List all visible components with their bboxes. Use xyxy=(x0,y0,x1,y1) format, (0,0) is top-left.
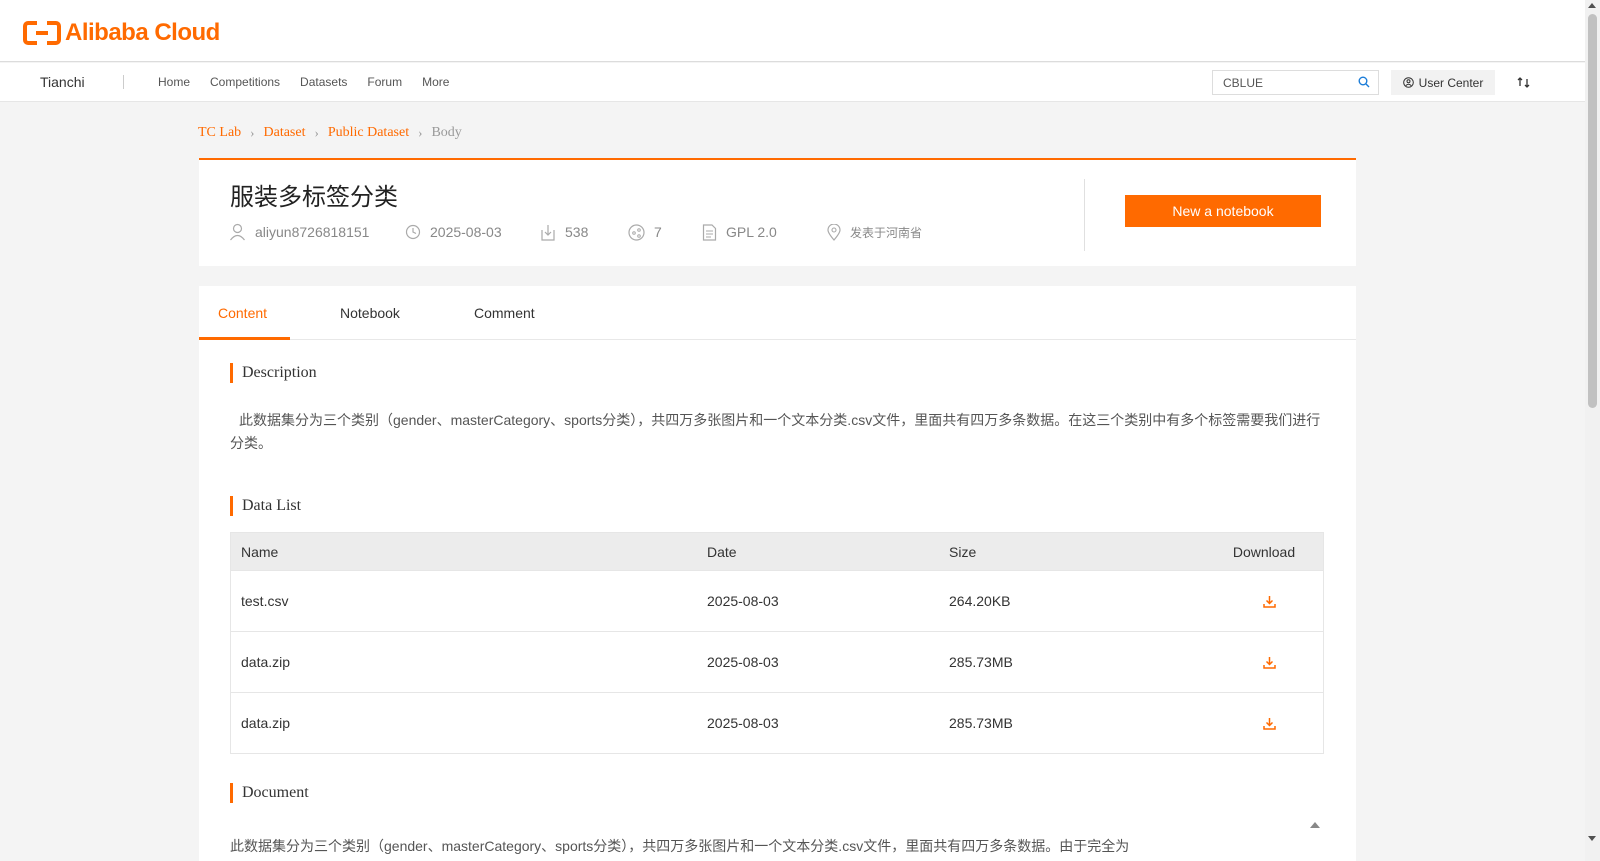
meta-license: GPL 2.0 xyxy=(702,223,827,241)
nav-links: Home Competitions Datasets Forum More xyxy=(158,75,469,89)
file-date: 2025-08-03 xyxy=(707,654,779,670)
col-download: Download xyxy=(1232,543,1296,560)
header-divider xyxy=(1084,179,1085,251)
switch-icon[interactable] xyxy=(1517,76,1530,89)
user-icon xyxy=(230,223,245,241)
nav-link-datasets[interactable]: Datasets xyxy=(300,75,347,89)
description-text: 此数据集分为三个类别（gender、masterCategory、sports分… xyxy=(230,412,1321,451)
dataset-header-card: 服装多标签分类 aliyun8726818151 2025-08-03 538 xyxy=(199,158,1356,266)
nav-divider xyxy=(123,75,124,89)
file-size: 264.20KB xyxy=(949,593,1011,609)
logo-text: Alibaba Cloud xyxy=(65,19,220,46)
document-heading: Document xyxy=(230,783,309,803)
download-cell xyxy=(1205,717,1323,730)
breadcrumb: TC Lab › Dataset › Public Dataset › Body xyxy=(198,125,462,141)
col-name: Name xyxy=(241,543,279,560)
col-size: Size xyxy=(949,543,977,560)
meta-downloads: 538 xyxy=(540,224,628,241)
share-icon xyxy=(628,223,645,241)
file-date: 2025-08-03 xyxy=(707,593,779,609)
dataset-meta: aliyun8726818151 2025-08-03 538 7 GPL 2.… xyxy=(229,223,922,241)
tab-bar: Content Notebook Comment xyxy=(199,286,1356,340)
data-list-table: Name Date Size Download test.csv 2025-08… xyxy=(230,532,1324,754)
chevron-right-icon: › xyxy=(314,125,319,140)
nav-brand-tianchi[interactable]: Tianchi xyxy=(40,74,85,90)
col-date: Date xyxy=(707,543,737,560)
meta-author: aliyun8726818151 xyxy=(229,223,405,241)
document-text: 此数据集分为三个类别（gender、masterCategory、sports分… xyxy=(230,838,1130,854)
license-document-icon xyxy=(702,223,717,241)
table-row: test.csv 2025-08-03 264.20KB xyxy=(231,570,1323,631)
page-scrollbar[interactable] xyxy=(1585,0,1600,861)
search-box xyxy=(1212,70,1379,95)
share-count: 7 xyxy=(654,224,662,240)
download-cell xyxy=(1205,656,1323,669)
file-name: data.zip xyxy=(241,654,291,670)
file-name: test.csv xyxy=(241,593,289,609)
nav-link-forum[interactable]: Forum xyxy=(367,75,402,89)
back-to-top-icon[interactable] xyxy=(1310,822,1320,828)
scrollbar-thumb[interactable] xyxy=(1588,14,1597,408)
description-heading: Description xyxy=(230,363,317,383)
nav-link-competitions[interactable]: Competitions xyxy=(210,75,280,89)
table-header: Name Date Size Download xyxy=(231,533,1323,570)
file-size: 285.73MB xyxy=(949,654,1013,670)
breadcrumb-dataset[interactable]: Dataset xyxy=(264,125,306,141)
top-nav: Tianchi Home Competitions Datasets Forum… xyxy=(0,63,1585,102)
table-row: data.zip 2025-08-03 285.73MB xyxy=(231,692,1323,753)
active-tab-indicator xyxy=(199,337,290,340)
user-center-label: User Center xyxy=(1418,75,1484,90)
meta-location: 发表于河南省 xyxy=(827,223,923,241)
author-name[interactable]: aliyun8726818151 xyxy=(255,224,369,240)
tab-notebook[interactable]: Notebook xyxy=(340,305,400,321)
download-icon[interactable] xyxy=(1262,656,1276,669)
breadcrumb-public-dataset[interactable]: Public Dataset xyxy=(328,125,409,141)
user-icon xyxy=(1402,77,1414,88)
table-row: data.zip 2025-08-03 285.73MB xyxy=(231,631,1323,692)
data-list-heading: Data List xyxy=(230,496,301,516)
alibaba-cloud-logo-icon xyxy=(23,21,61,45)
download-count: 538 xyxy=(565,224,589,240)
download-cell xyxy=(1205,595,1323,608)
search-icon[interactable] xyxy=(1358,76,1370,88)
nav-link-home[interactable]: Home xyxy=(158,75,190,89)
meta-date: 2025-08-03 xyxy=(405,224,540,240)
chevron-right-icon: › xyxy=(418,125,423,140)
search-input[interactable] xyxy=(1213,71,1343,94)
alibaba-cloud-logo[interactable]: Alibaba Cloud xyxy=(23,19,220,47)
download-count-icon xyxy=(541,224,555,241)
file-size: 285.73MB xyxy=(949,715,1013,731)
breadcrumb-current: Body xyxy=(431,125,462,140)
breadcrumb-tc-lab[interactable]: TC Lab xyxy=(198,125,241,141)
download-icon[interactable] xyxy=(1262,595,1276,608)
location-pin-icon xyxy=(827,223,841,241)
content-card: Content Notebook Comment Description 此数据… xyxy=(199,286,1356,861)
meta-shares: 7 xyxy=(628,223,702,241)
user-center-button[interactable]: User Center xyxy=(1391,70,1495,95)
publish-date: 2025-08-03 xyxy=(430,224,502,240)
download-icon[interactable] xyxy=(1262,717,1276,730)
file-date: 2025-08-03 xyxy=(707,715,779,731)
dataset-title: 服装多标签分类 xyxy=(230,183,398,211)
new-notebook-button[interactable]: New a notebook xyxy=(1125,195,1321,227)
chevron-right-icon: › xyxy=(250,125,255,140)
clock-icon xyxy=(405,224,421,240)
brand-bar: Alibaba Cloud xyxy=(0,0,1585,62)
location: 发表于河南省 xyxy=(850,225,923,240)
license: GPL 2.0 xyxy=(726,224,777,240)
nav-link-more[interactable]: More xyxy=(422,75,449,89)
file-name: data.zip xyxy=(241,715,291,731)
tab-content[interactable]: Content xyxy=(218,305,267,321)
scroll-down-arrow-icon[interactable] xyxy=(1588,836,1596,841)
scroll-up-arrow-icon[interactable] xyxy=(1588,3,1596,8)
tab-comment[interactable]: Comment xyxy=(474,305,535,321)
